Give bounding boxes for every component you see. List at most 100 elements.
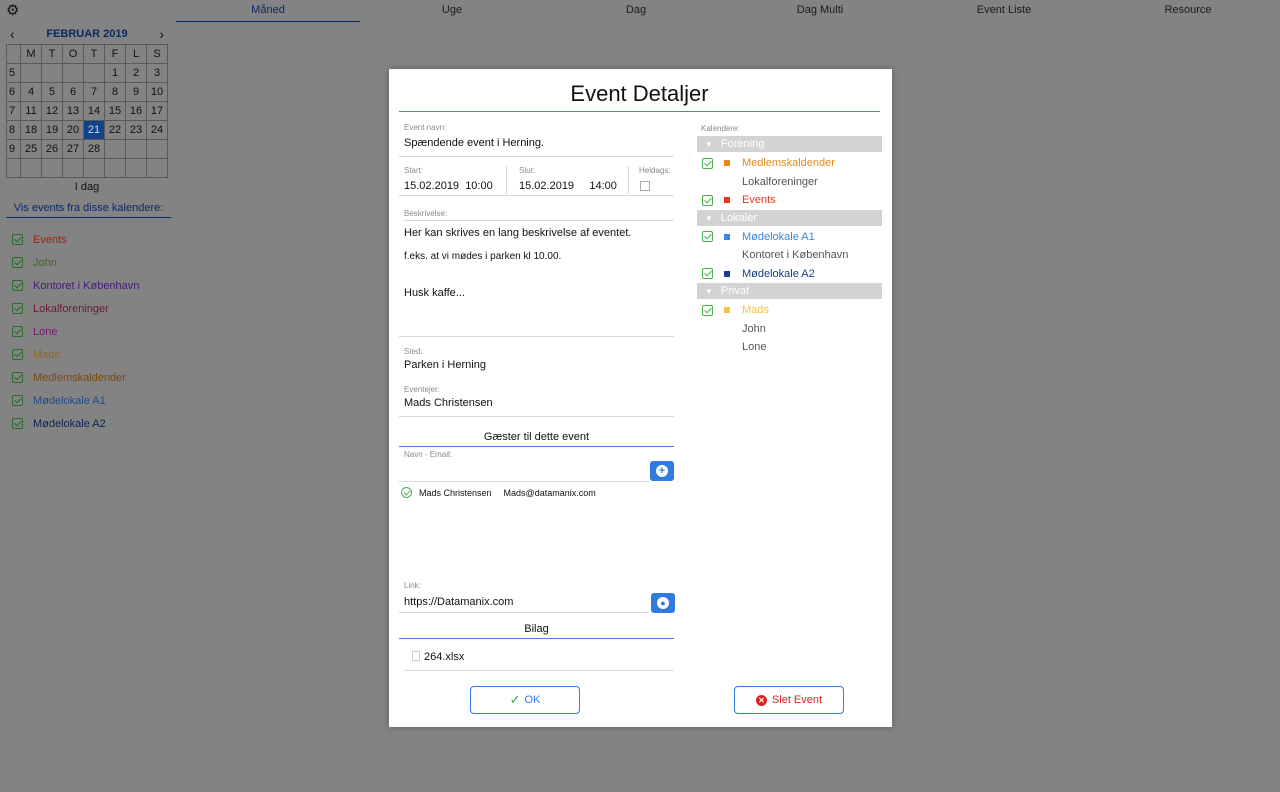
next-month-icon[interactable]: › bbox=[159, 26, 164, 42]
day-cell[interactable]: 22 bbox=[105, 121, 126, 140]
calendar-group-header[interactable]: ▼ Privat bbox=[697, 283, 882, 299]
day-cell[interactable]: 28 bbox=[84, 140, 105, 159]
checkbox-checked-icon[interactable] bbox=[702, 304, 713, 316]
calendar-filter-item[interactable]: Lokalforeninger bbox=[12, 297, 139, 320]
calendar-option[interactable]: Events bbox=[697, 191, 882, 210]
allday-checkbox[interactable] bbox=[640, 181, 650, 191]
day-cell[interactable]: 18 bbox=[21, 121, 42, 140]
calendar-option[interactable]: Mads bbox=[697, 301, 882, 320]
calendar-filter-item[interactable]: Lone bbox=[12, 320, 139, 343]
guest-input[interactable]: Navn - Email: bbox=[399, 450, 649, 482]
day-cell[interactable]: 3 bbox=[147, 64, 168, 83]
checkbox-checked-icon[interactable] bbox=[12, 280, 23, 291]
day-cell[interactable]: 1 bbox=[105, 64, 126, 83]
tab-month[interactable]: Måned bbox=[176, 0, 360, 22]
day-cell[interactable]: 13 bbox=[63, 102, 84, 121]
delete-event-button[interactable]: ✕ Slet Event bbox=[734, 686, 844, 714]
day-cell[interactable]: 24 bbox=[147, 121, 168, 140]
day-cell[interactable]: 10 bbox=[147, 83, 168, 102]
calendar-option[interactable]: Medlemskaldender bbox=[697, 154, 882, 173]
guests-heading: Gæster til dette event bbox=[399, 431, 674, 447]
empty-day-cell bbox=[21, 64, 42, 83]
checkbox-checked-icon[interactable] bbox=[12, 418, 23, 429]
calendar-option-label: Lokalforeninger bbox=[742, 175, 818, 188]
calendar-option[interactable]: Kontoret i København bbox=[697, 246, 882, 265]
calendar-option-label: Mødelokale A1 bbox=[742, 230, 815, 243]
day-cell[interactable]: 17 bbox=[147, 102, 168, 121]
start-label: Start: bbox=[404, 166, 424, 175]
event-name-field[interactable]: Event navn: Spændende event i Herning. bbox=[399, 123, 674, 157]
calendar-option[interactable]: Lokalforeninger bbox=[697, 173, 882, 192]
day-cell[interactable]: 7 bbox=[84, 83, 105, 102]
prev-month-icon[interactable]: ‹ bbox=[10, 26, 15, 42]
tab-day[interactable]: Dag bbox=[544, 0, 728, 22]
description-field[interactable]: Beskrivelse: Her kan skrives en lang bes… bbox=[399, 209, 674, 337]
day-cell[interactable]: 21 bbox=[84, 121, 105, 140]
checkbox-checked-icon[interactable] bbox=[702, 194, 713, 206]
checkbox-checked-icon[interactable] bbox=[12, 395, 23, 406]
calendar-option[interactable]: Lone bbox=[697, 338, 882, 357]
checkbox-checked-icon[interactable] bbox=[702, 231, 713, 243]
owner-value: Mads Christensen bbox=[404, 397, 493, 409]
day-cell[interactable]: 20 bbox=[63, 121, 84, 140]
checkbox-checked-icon[interactable] bbox=[702, 268, 713, 280]
ok-button[interactable]: ✓ OK bbox=[470, 686, 580, 714]
owner-field[interactable]: Eventejer: Mads Christensen bbox=[399, 385, 674, 417]
open-link-button[interactable]: ● bbox=[651, 593, 675, 613]
calendar-filter-item[interactable]: Mødelokale A1 bbox=[12, 389, 139, 412]
day-cell[interactable]: 23 bbox=[126, 121, 147, 140]
day-cell[interactable]: 19 bbox=[42, 121, 63, 140]
tab-day-multi[interactable]: Dag Multi bbox=[728, 0, 912, 22]
day-cell[interactable]: 6 bbox=[63, 83, 84, 102]
calendar-filter-label: John bbox=[33, 256, 57, 269]
day-cell[interactable]: 4 bbox=[21, 83, 42, 102]
calendar-option[interactable]: Mødelokale A2 bbox=[697, 265, 882, 284]
day-cell[interactable]: 14 bbox=[84, 102, 105, 121]
calendar-filter-item[interactable]: Events bbox=[12, 228, 139, 251]
calendar-option[interactable]: John bbox=[697, 320, 882, 339]
start-field[interactable]: Start: 15.02.2019 10:00 bbox=[404, 166, 493, 192]
empty-day-cell bbox=[147, 140, 168, 159]
checkbox-checked-icon[interactable] bbox=[702, 157, 713, 169]
place-field[interactable]: Sted: Parken i Herning bbox=[404, 347, 486, 371]
day-cell[interactable]: 11 bbox=[21, 102, 42, 121]
calendar-option[interactable]: Mødelokale A1 bbox=[697, 228, 882, 247]
calendar-filter-item[interactable]: Kontoret i København bbox=[12, 274, 139, 297]
checkbox-checked-icon[interactable] bbox=[12, 372, 23, 383]
empty-day-cell bbox=[105, 140, 126, 159]
day-cell[interactable]: 15 bbox=[105, 102, 126, 121]
end-field[interactable]: Slut: 15.02.2019 14:00 bbox=[519, 166, 617, 192]
day-cell[interactable]: 5 bbox=[42, 83, 63, 102]
day-cell[interactable]: 9 bbox=[126, 83, 147, 102]
day-cell[interactable]: 12 bbox=[42, 102, 63, 121]
link-field[interactable]: Link: https://Datamanix.com bbox=[399, 581, 649, 613]
calendar-filter-item[interactable]: Medlemskaldender bbox=[12, 366, 139, 389]
calendar-filter-label: Lokalforeninger bbox=[33, 302, 109, 315]
today-button[interactable]: I dag bbox=[6, 181, 168, 193]
checkbox-checked-icon[interactable] bbox=[12, 349, 23, 360]
calendar-group-header[interactable]: ▼ Lokaler bbox=[697, 209, 882, 226]
checkbox-checked-icon[interactable] bbox=[12, 234, 23, 245]
datetime-row: Start: 15.02.2019 10:00 Slut: 15.02.2019… bbox=[399, 166, 674, 196]
day-cell[interactable]: 27 bbox=[63, 140, 84, 159]
day-cell[interactable]: 8 bbox=[105, 83, 126, 102]
calendar-filter-item[interactable]: John bbox=[12, 251, 139, 274]
settings-gear-icon[interactable]: ⚙ bbox=[6, 3, 20, 18]
tab-week[interactable]: Uge bbox=[360, 0, 544, 22]
day-cell[interactable]: 25 bbox=[21, 140, 42, 159]
day-cell[interactable]: 16 bbox=[126, 102, 147, 121]
place-label: Sted: bbox=[404, 347, 423, 356]
add-guest-button[interactable]: + bbox=[650, 461, 674, 481]
calendar-filter-item[interactable]: Mødelokale A2 bbox=[12, 412, 139, 435]
weekday-header: F bbox=[105, 45, 126, 64]
checkbox-checked-icon[interactable] bbox=[12, 303, 23, 314]
checkbox-checked-icon[interactable] bbox=[12, 257, 23, 268]
calendar-filter-item[interactable]: Mads bbox=[12, 343, 139, 366]
attachment-row[interactable]: 264.xlsx bbox=[404, 649, 674, 671]
tab-resource[interactable]: Resource bbox=[1096, 0, 1280, 22]
tab-event-list[interactable]: Event Liste bbox=[912, 0, 1096, 22]
calendar-group-header[interactable]: ▼ Forening bbox=[697, 136, 882, 152]
day-cell[interactable]: 2 bbox=[126, 64, 147, 83]
day-cell[interactable]: 26 bbox=[42, 140, 63, 159]
checkbox-checked-icon[interactable] bbox=[12, 326, 23, 337]
